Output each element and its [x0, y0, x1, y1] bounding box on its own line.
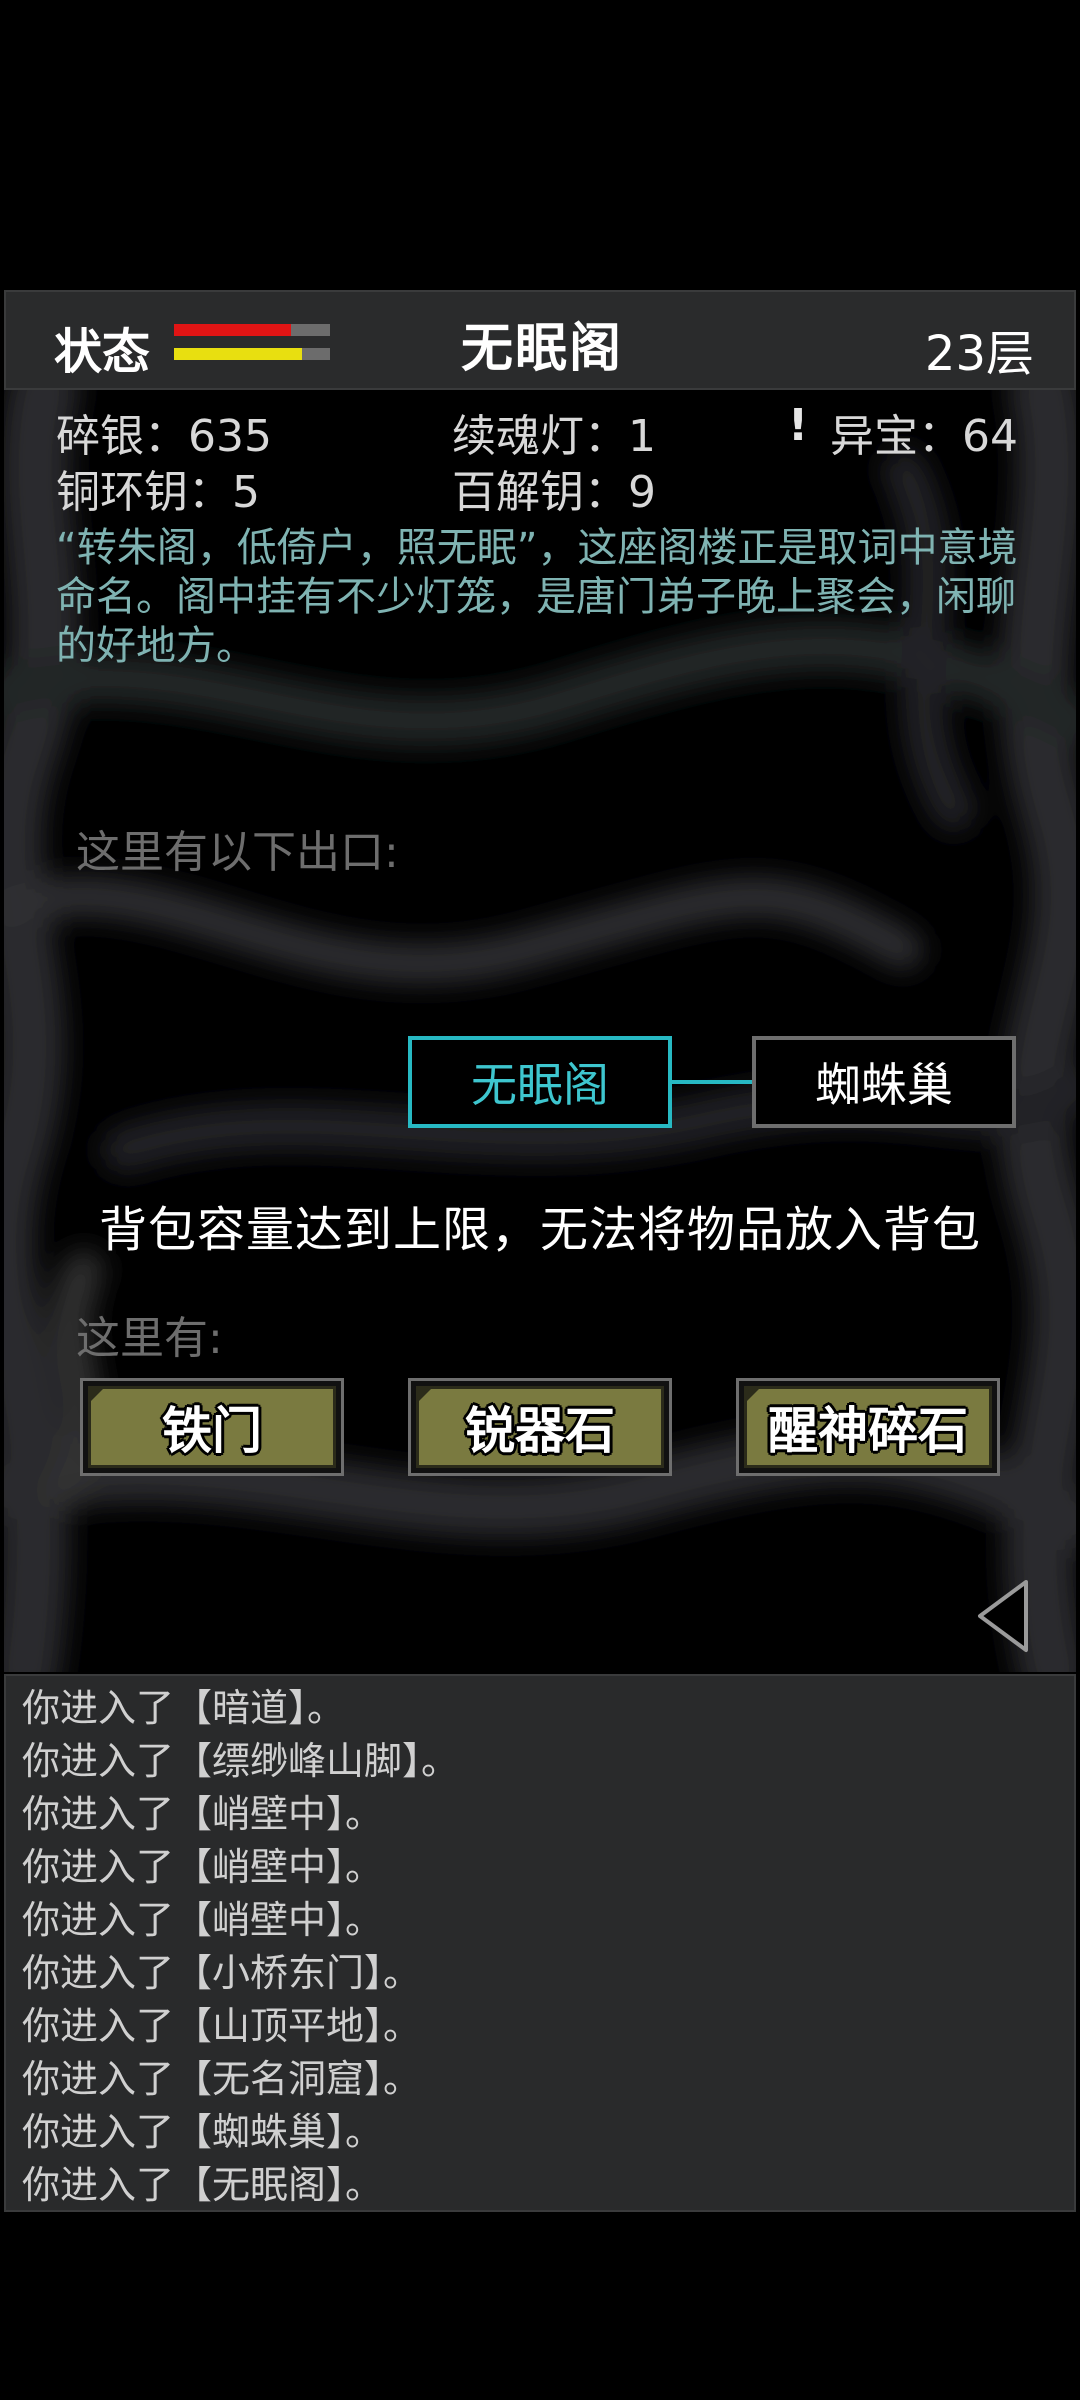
corner-notch-icon [744, 1386, 762, 1404]
log-line: 你进入了【蜘蛛巢】。 [22, 2110, 384, 2154]
main-area: 碎银：635 续魂灯：1 ! 异宝：64 铜环钥：5 百解钥：9 “转朱阁，低倚… [4, 390, 1076, 1672]
log-line: 你进入了【峭壁中】。 [22, 1792, 384, 1836]
item-label: 锐器石 [465, 1402, 615, 1460]
inventory-full-notice: 背包容量达到上限，无法将物品放入背包 [98, 1202, 981, 1258]
log-line: 你进入了【山顶平地】。 [22, 2004, 422, 2048]
copper-key-count: 铜环钥：5 [56, 467, 260, 518]
log-line: 你进入了【峭壁中】。 [22, 1898, 384, 1942]
exits-label: 这里有以下出口: [76, 827, 399, 878]
master-key-count: 百解钥：9 [452, 467, 656, 518]
message-log[interactable]: 你进入了【暗道】。 你进入了【缥缈峰山脚】。 你进入了【峭壁中】。 你进入了【峭… [4, 1674, 1076, 2212]
back-triangle-icon[interactable] [974, 1576, 1034, 1656]
exit-current-room[interactable]: 无眠阁 [408, 1036, 672, 1128]
floor-label: 23层 [924, 326, 1034, 382]
item-label: 铁门 [162, 1402, 262, 1460]
alert-icon[interactable]: ! [788, 400, 808, 451]
log-line: 你进入了【暗道】。 [22, 1686, 346, 1730]
room-title: 无眠阁 [460, 318, 623, 379]
room-description: “转朱阁，低倚户，照无眠”，这座阁楼正是取词中意境命名。阁中挂有不少灯笼，是唐门… [56, 525, 1018, 669]
log-line: 你进入了【无眠阁】。 [22, 2163, 384, 2207]
treasure-count: 异宝：64 [830, 411, 1018, 462]
header-bar: 状态 无眠阁 23层 [4, 290, 1076, 390]
corner-notch-icon [416, 1386, 434, 1404]
exit-spider-nest[interactable]: 蜘蛛巢 [752, 1036, 1016, 1128]
item-label: 醒神碎石 [768, 1402, 968, 1460]
item-button-iron-door[interactable]: 铁门 [80, 1378, 344, 1476]
log-line: 你进入了【无名洞窟】。 [22, 2057, 422, 2101]
item-button-awakening-stone[interactable]: 醒神碎石 [736, 1378, 1000, 1476]
corner-notch-icon [88, 1386, 106, 1404]
log-line: 你进入了【缥缈峰山脚】。 [22, 1739, 460, 1783]
log-line: 你进入了【峭壁中】。 [22, 1845, 384, 1889]
silver-count: 碎银：635 [56, 411, 272, 462]
exit-connector [672, 1080, 752, 1084]
game-screen: 状态 无眠阁 23层 碎银：635 续魂灯：1 ! 异宝：64 铜环钥：5 百解… [0, 0, 1080, 2400]
items-here-label: 这里有: [76, 1313, 223, 1364]
soul-lamp-count: 续魂灯：1 [452, 411, 656, 462]
log-line: 你进入了【小桥东门】。 [22, 1951, 422, 1995]
item-button-sharpening-stone[interactable]: 锐器石 [408, 1378, 672, 1476]
